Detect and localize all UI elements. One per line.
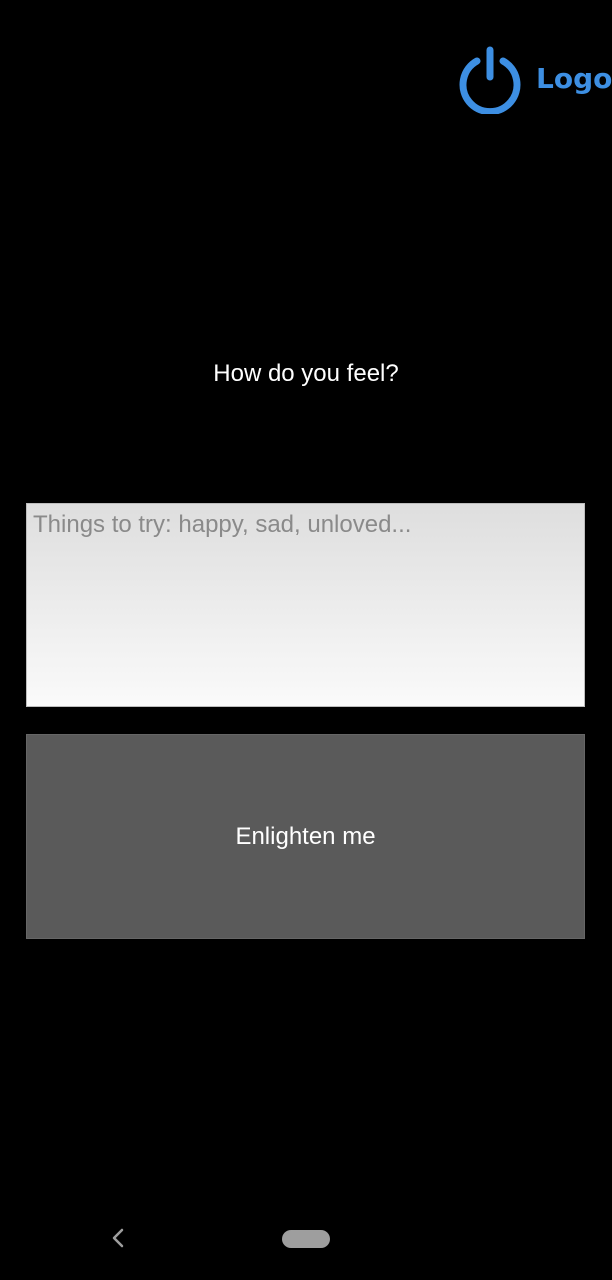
system-nav-bar <box>0 1200 612 1280</box>
logout-button[interactable]: Logout <box>456 42 612 116</box>
back-chevron-icon[interactable] <box>106 1226 130 1250</box>
enlighten-me-button[interactable]: Enlighten me <box>26 734 585 939</box>
feeling-input[interactable] <box>26 503 585 707</box>
app-screen: Logout How do you feel? Enlighten me <box>0 0 612 1280</box>
power-icon <box>456 44 524 114</box>
home-pill-icon[interactable] <box>282 1230 330 1248</box>
logout-label: Logout <box>536 62 612 95</box>
feeling-prompt: How do you feel? <box>213 360 399 387</box>
